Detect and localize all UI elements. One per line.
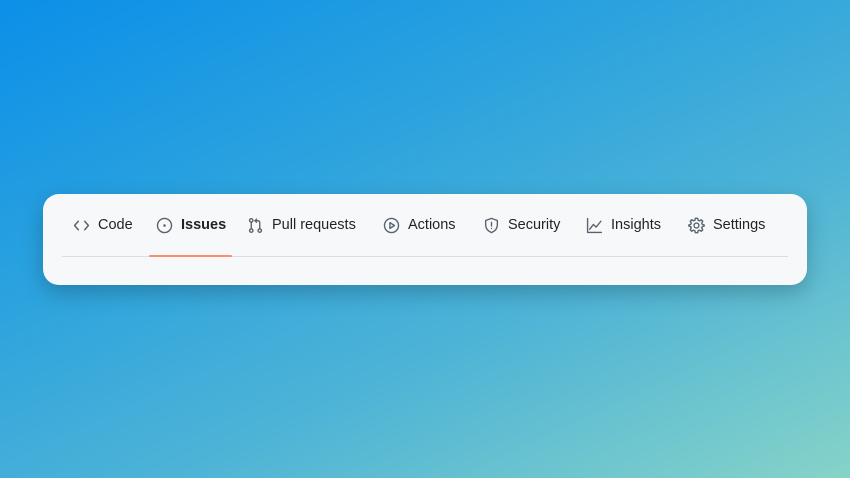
active-tab-underline bbox=[149, 255, 232, 257]
tab-settings-label: Settings bbox=[713, 217, 766, 233]
tab-settings[interactable]: Settings bbox=[688, 194, 765, 256]
tab-insights-label: Insights bbox=[611, 217, 661, 233]
tab-code[interactable]: Code bbox=[73, 194, 133, 256]
code-icon bbox=[73, 217, 90, 234]
tab-code-label: Code bbox=[98, 217, 133, 233]
tab-issues[interactable]: Issues bbox=[156, 194, 226, 256]
issue-opened-icon bbox=[156, 217, 173, 234]
repo-nav-card: Code Issues Pull requests Actions Securi… bbox=[43, 194, 807, 285]
shield-icon bbox=[483, 217, 500, 234]
tab-actions[interactable]: Actions bbox=[383, 194, 456, 256]
tab-actions-label: Actions bbox=[408, 217, 456, 233]
repo-tab-bar: Code Issues Pull requests Actions Securi… bbox=[62, 194, 788, 257]
tab-pull-requests[interactable]: Pull requests bbox=[247, 194, 356, 256]
tab-insights[interactable]: Insights bbox=[586, 194, 661, 256]
tab-issues-label: Issues bbox=[181, 217, 227, 233]
git-pull-request-icon bbox=[247, 217, 264, 234]
tab-security-label: Security bbox=[508, 217, 561, 233]
tab-pull-requests-label: Pull requests bbox=[272, 217, 356, 233]
gear-icon bbox=[688, 217, 705, 234]
graph-icon bbox=[586, 217, 603, 234]
play-icon bbox=[383, 217, 400, 234]
tab-security[interactable]: Security bbox=[483, 194, 560, 256]
